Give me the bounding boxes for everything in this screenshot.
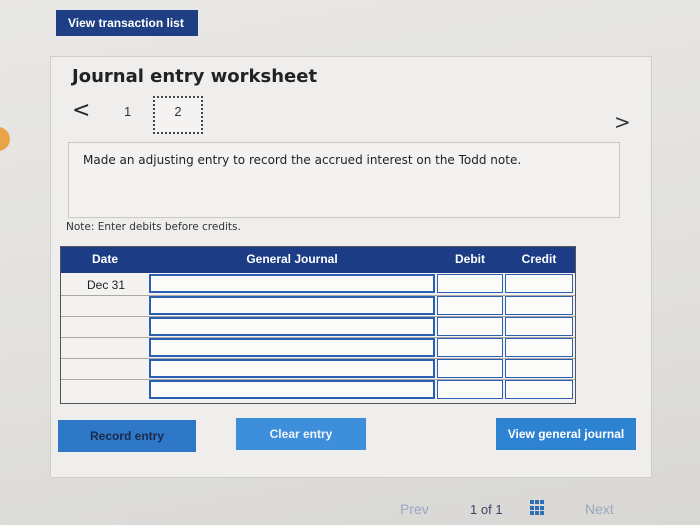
pager-prev-link[interactable]: Prev (400, 501, 429, 517)
pager-status: 1 of 1 (470, 502, 503, 517)
row-date: Dec 31 (87, 278, 126, 292)
journal-header-row: Date General Journal Debit Credit (61, 247, 575, 273)
prev-step-icon[interactable]: < (72, 98, 90, 123)
account-input[interactable] (149, 317, 435, 336)
credit-input[interactable] (505, 317, 573, 336)
header-date: Date (91, 252, 118, 266)
record-entry-button[interactable]: Record entry (58, 420, 196, 452)
row-date (63, 317, 147, 336)
pager-next-link[interactable]: Next (585, 501, 614, 517)
table-row (61, 316, 575, 337)
journal-table: Date General Journal Debit Credit Dec 31 (60, 246, 576, 404)
header-credit: Credit (521, 252, 557, 266)
credit-input[interactable] (505, 380, 573, 399)
pager-total: 1 (495, 502, 503, 517)
debit-input[interactable] (437, 338, 503, 357)
table-row (61, 358, 575, 379)
pager-of: of (480, 502, 492, 517)
row-date (63, 296, 147, 315)
grid-icon[interactable] (530, 500, 544, 516)
debit-input[interactable] (437, 274, 503, 293)
debit-input[interactable] (437, 317, 503, 336)
clear-entry-button[interactable]: Clear entry (236, 418, 366, 450)
side-tab-marker[interactable] (0, 127, 10, 151)
account-input[interactable] (149, 380, 435, 399)
credit-input[interactable] (505, 296, 573, 315)
view-transaction-list-button[interactable]: View transaction list (56, 10, 198, 36)
table-row (61, 337, 575, 358)
account-input[interactable] (149, 338, 435, 357)
debit-input[interactable] (437, 380, 503, 399)
row-date (63, 380, 147, 399)
credit-input[interactable] (505, 338, 573, 357)
instruction-box: Made an adjusting entry to record the ac… (68, 142, 620, 218)
table-row (61, 379, 575, 401)
row-date (63, 338, 147, 357)
debits-note: Note: Enter debits before credits. (66, 221, 241, 233)
debit-input[interactable] (437, 296, 503, 315)
header-general-journal: General Journal (246, 252, 338, 266)
credit-input[interactable] (505, 359, 573, 378)
page: View transaction list Journal entry work… (0, 0, 700, 525)
table-row: Dec 31 (61, 274, 575, 295)
worksheet-title: Journal entry worksheet (72, 66, 318, 87)
instruction-text: Made an adjusting entry to record the ac… (83, 153, 522, 167)
view-general-journal-button[interactable]: View general journal (496, 418, 636, 450)
header-debit: Debit (455, 252, 485, 266)
table-row (61, 295, 575, 316)
debit-input[interactable] (437, 359, 503, 378)
pager-current: 1 (470, 502, 478, 517)
step-tab-1[interactable]: 1 (124, 104, 131, 119)
account-input[interactable] (149, 274, 435, 293)
row-date (63, 359, 147, 378)
next-step-icon[interactable]: > (614, 110, 631, 134)
account-input[interactable] (149, 359, 435, 378)
step-tab-2-active[interactable]: 2 (153, 96, 203, 134)
credit-input[interactable] (505, 274, 573, 293)
account-input[interactable] (149, 296, 435, 315)
